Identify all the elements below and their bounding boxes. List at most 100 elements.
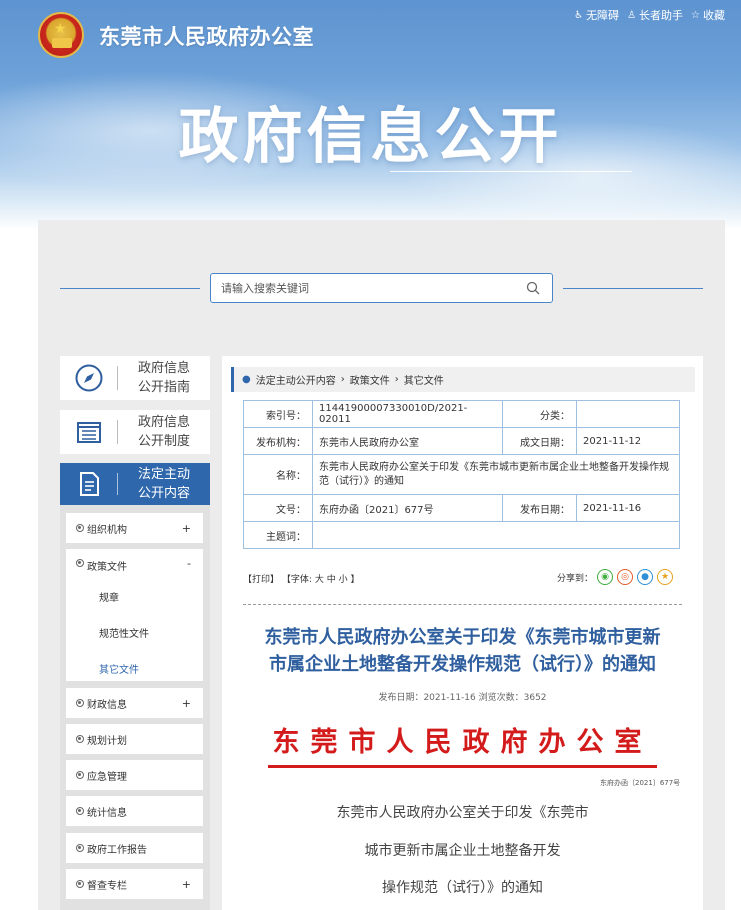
divider xyxy=(243,604,682,605)
nav-item-label: 督查专栏 xyxy=(87,880,127,892)
nav-item-label: 组织机构 xyxy=(87,524,127,536)
meta-key: 分类： xyxy=(502,400,577,428)
breadcrumb-item[interactable]: 其它文件 xyxy=(404,372,444,387)
qzone-star-icon[interactable]: ★ xyxy=(657,569,674,585)
elder-icon: ♙ xyxy=(627,9,637,21)
breadcrumb-item[interactable]: 法定主动公开内容 xyxy=(256,372,336,387)
compass-icon xyxy=(75,364,103,392)
sidebar-card-active-content[interactable]: 法定主动 公开内容 xyxy=(60,463,210,505)
meta-key: 主题词： xyxy=(243,521,313,549)
document-title: 东莞市人民政府办公室关于印发《东莞市城市更新 市属企业土地整备开发操作规范（试行… xyxy=(236,624,689,678)
meta-value-org: 东莞市人民政府办公室 xyxy=(312,427,503,455)
meta-key: 成文日期： xyxy=(502,427,577,455)
nav-item-label: 应急管理 xyxy=(87,771,127,783)
meta-value-subject xyxy=(312,521,680,549)
bullet-icon xyxy=(76,735,84,743)
body-text-line: 城市更新市属企业土地整备开发 xyxy=(364,843,561,859)
search-box xyxy=(210,273,553,303)
meta-key: 文号： xyxy=(243,494,313,522)
breadcrumb-item[interactable]: 政策文件 xyxy=(350,372,390,387)
sub-item-normative[interactable]: 规范性文件 xyxy=(99,625,149,640)
document-icon xyxy=(80,472,99,496)
page-title: 政府信息公开 xyxy=(178,102,563,172)
font-size-suffix: 】 xyxy=(350,575,360,585)
font-small-button[interactable]: 小 xyxy=(339,575,348,585)
elder-helper-link[interactable]: ♙ 长者助手 xyxy=(627,7,683,23)
bullet-icon xyxy=(76,699,84,707)
expand-icon[interactable]: + xyxy=(182,697,191,710)
expand-icon[interactable]: + xyxy=(182,522,191,535)
list-doc-icon xyxy=(77,422,101,443)
nav-item-inspection[interactable]: 督查专栏 + xyxy=(66,869,203,899)
font-medium-button[interactable]: 中 xyxy=(327,575,336,585)
meta-value-pub-date: 2021-11-16 xyxy=(576,494,680,522)
font-size-prefix: 【字体: xyxy=(281,575,312,585)
print-button[interactable]: 【打印】 xyxy=(243,575,279,585)
meta-key: 发布机构： xyxy=(243,427,313,455)
weibo-icon[interactable]: ◎ xyxy=(617,569,634,585)
sub-item-other[interactable]: 其它文件 xyxy=(99,661,139,676)
favorite-link[interactable]: ☆ 收藏 xyxy=(691,7,725,23)
sidebar-card-label-line: 政府信息 xyxy=(137,361,190,376)
sidebar-card-icon-wrap xyxy=(60,410,118,454)
accessibility-label: 无障碍 xyxy=(586,9,620,22)
document-title-line: 东莞市人民政府办公室关于印发《东莞市城市更新 xyxy=(264,627,661,648)
sidebar-card-system[interactable]: 政府信息 公开制度 xyxy=(60,410,210,454)
divider xyxy=(563,288,703,289)
meta-value-index: 11441900007330010D/2021-02011 xyxy=(312,400,503,428)
nav-item-label: 规划计划 xyxy=(87,735,127,747)
breadcrumb: ● 法定主动公开内容 › 政策文件 › 其它文件 xyxy=(231,367,695,392)
meta-value-category xyxy=(576,400,680,428)
nav-item-statistics[interactable]: 统计信息 xyxy=(66,796,203,826)
bullet-icon xyxy=(76,524,84,532)
meta-value-date-made: 2021-11-12 xyxy=(576,427,680,455)
nav-item-gov-report[interactable]: 政府工作报告 xyxy=(66,833,203,863)
meta-value-doc-no: 东府办函〔2021〕677号 xyxy=(312,494,503,522)
bullet-icon xyxy=(76,559,84,567)
collapse-icon[interactable]: - xyxy=(187,557,191,570)
sidebar-card-guide[interactable]: 政府信息 公开指南 xyxy=(60,356,210,400)
chevron-right-icon: › xyxy=(340,374,345,385)
red-letterhead-line xyxy=(268,765,657,768)
qq-icon[interactable]: ● xyxy=(637,569,654,585)
search-input[interactable] xyxy=(211,274,501,302)
national-emblem-icon: ★ xyxy=(38,12,84,58)
elder-helper-label: 长者助手 xyxy=(639,9,684,22)
top-links: ♿ 无障碍 ♙ 长者助手 ☆ 收藏 xyxy=(574,7,725,23)
sidebar-card-icon-wrap xyxy=(60,356,118,400)
accessibility-link[interactable]: ♿ 无障碍 xyxy=(574,7,619,23)
nav-item-label: 政策文件 xyxy=(87,562,127,573)
search-icon[interactable] xyxy=(526,281,540,295)
sidebar-card-label-line: 公开内容 xyxy=(137,486,190,501)
sub-item-regulations[interactable]: 规章 xyxy=(99,589,119,604)
expand-icon[interactable]: + xyxy=(182,878,191,891)
sidebar-card-label: 政府信息 公开制度 xyxy=(118,413,210,451)
header-banner: ★ 东莞市人民政府办公室 ♿ 无障碍 ♙ 长者助手 ☆ 收藏 政府信息公开 xyxy=(0,0,741,230)
bullet-icon xyxy=(76,771,84,779)
sidebar-card-label-line: 公开制度 xyxy=(137,434,190,449)
sidebar-card-label: 政府信息 公开指南 xyxy=(118,359,210,397)
nav-item-label: 财政信息 xyxy=(87,699,127,711)
meta-key: 索引号： xyxy=(243,400,313,428)
wechat-icon[interactable]: ◉ xyxy=(597,569,614,585)
meta-value-name: 东莞市人民政府办公室关于印发《东莞市城市更新市属企业土地整备开发操作规范（试行）… xyxy=(312,454,680,495)
sidebar-card-label: 法定主动 公开内容 xyxy=(118,465,210,503)
font-large-button[interactable]: 大 xyxy=(315,575,324,585)
share-label: 分享到： xyxy=(557,573,594,584)
nav-item-emergency[interactable]: 应急管理 xyxy=(66,760,203,790)
title-underline xyxy=(390,171,632,172)
body-text-line: 操作规范（试行）》的通知 xyxy=(382,880,543,896)
nav-item-organization[interactable]: 组织机构 + xyxy=(66,513,203,543)
site-title[interactable]: 东莞市人民政府办公室 xyxy=(99,21,314,51)
sidebar-card-label-line: 法定主动 xyxy=(137,467,190,482)
document-info: 发布日期：2021-11-16 浏览次数：3652 xyxy=(378,693,547,703)
nav-item-finance[interactable]: 财政信息 + xyxy=(66,688,203,718)
sidebar-card-label-line: 公开指南 xyxy=(137,380,190,395)
sidebar-card-icon-wrap xyxy=(60,463,118,505)
nav-item-planning[interactable]: 规划计划 xyxy=(66,724,203,754)
document-title-line: 市属企业土地整备开发操作规范（试行）》的通知 xyxy=(269,654,656,675)
chevron-right-icon: › xyxy=(394,374,399,385)
divider xyxy=(60,288,200,289)
location-pin-icon: ● xyxy=(242,374,251,385)
red-letterhead: 东莞市人民政府办公室 xyxy=(272,727,653,758)
